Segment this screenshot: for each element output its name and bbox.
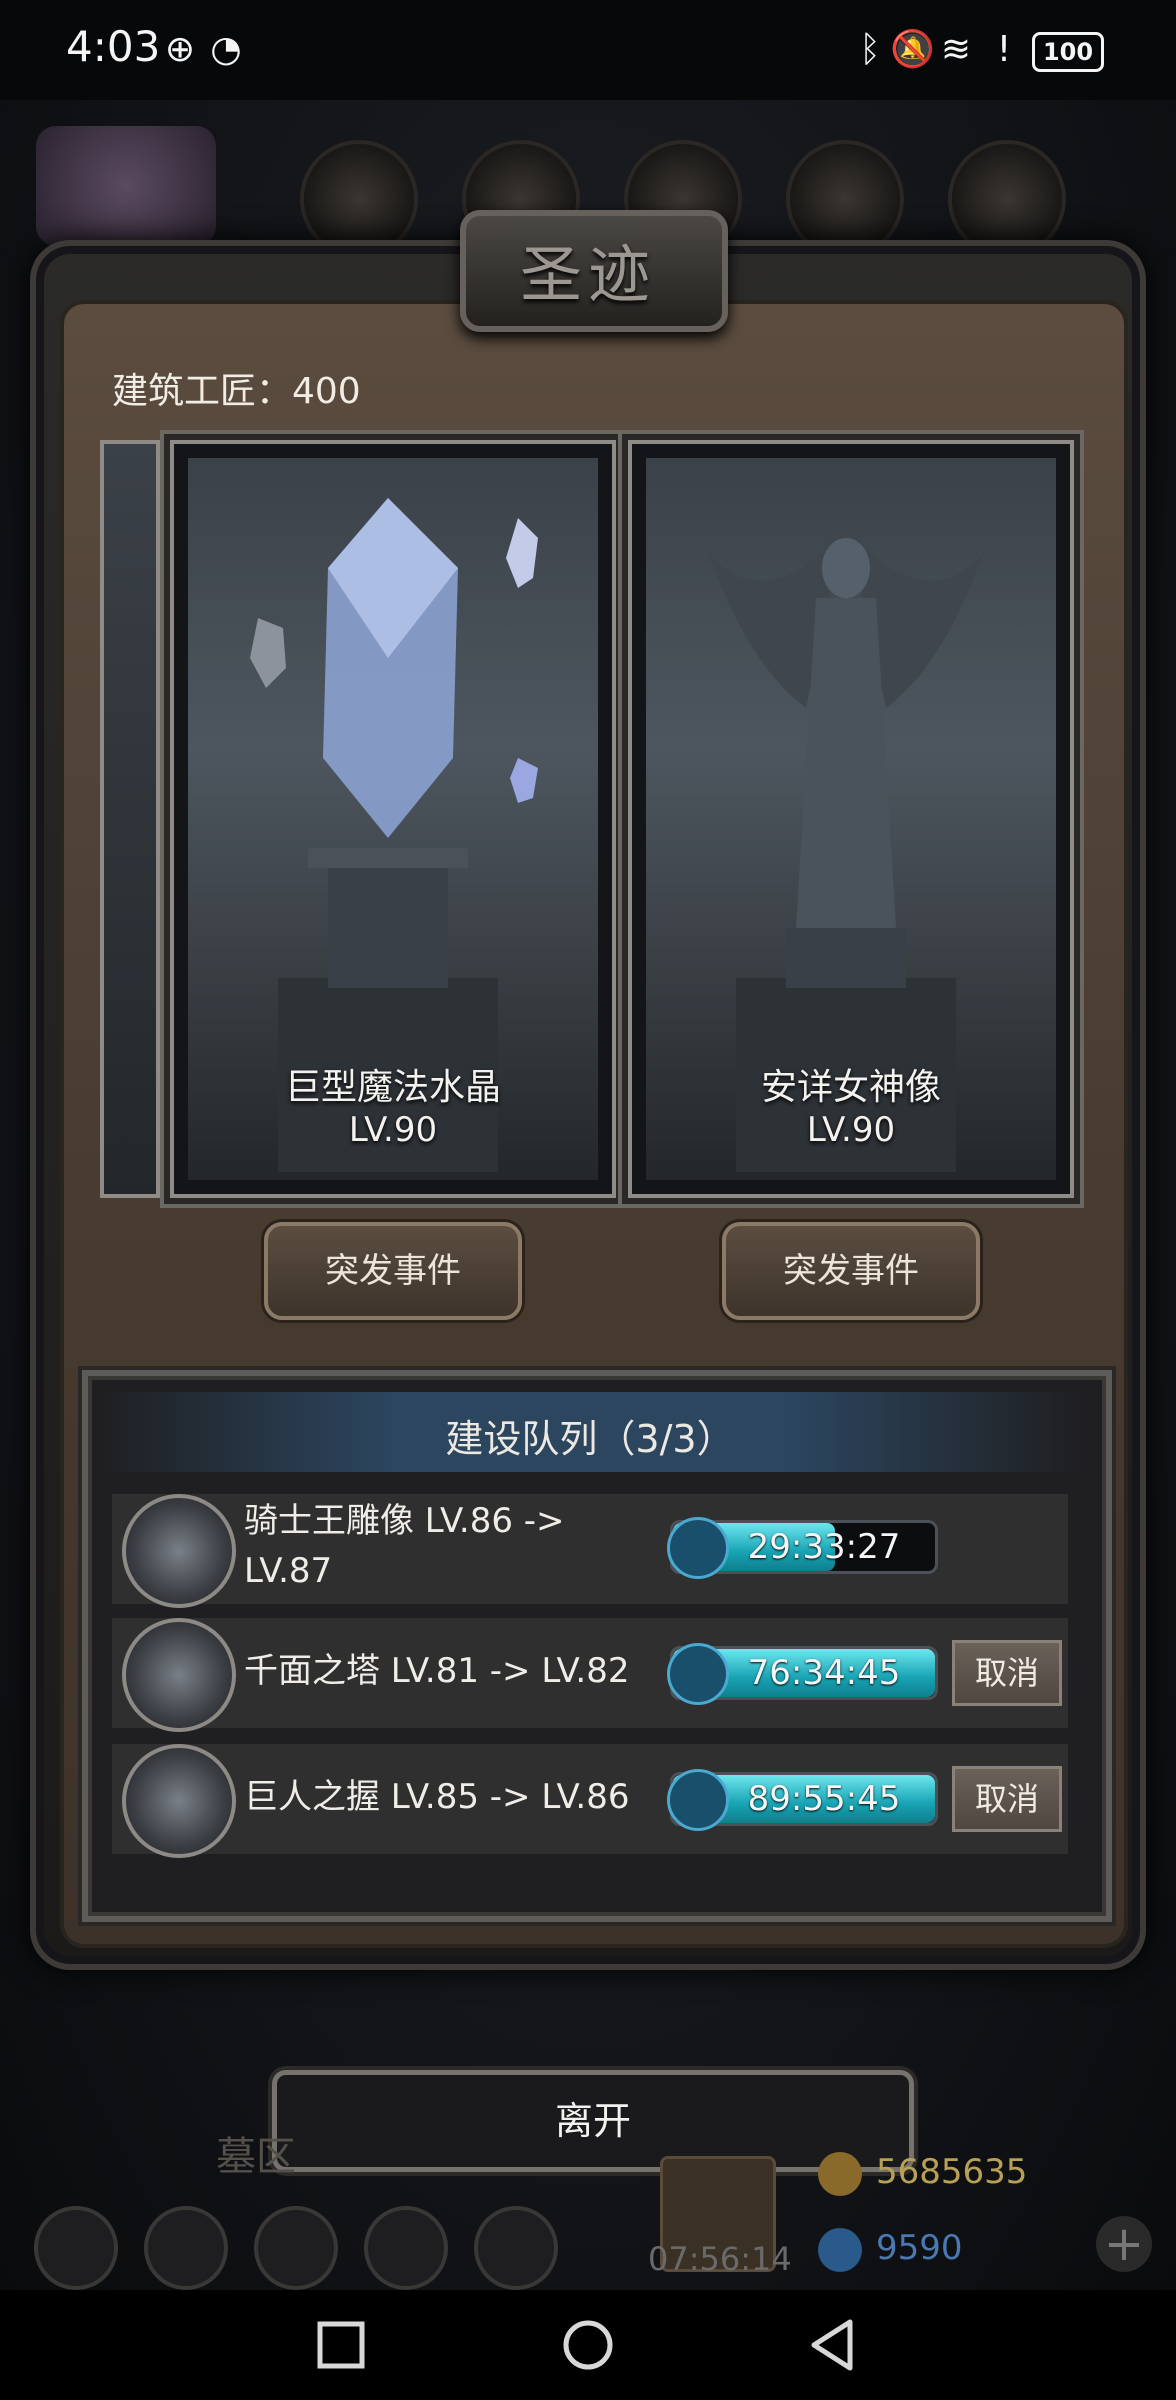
gold-icon: [818, 2152, 862, 2196]
artisans-count: 建筑工匠：400: [112, 371, 361, 412]
queue-row-text: 千面之塔 LV.81 -> LV.82: [244, 1651, 630, 1691]
giant-grip-icon: [122, 1744, 236, 1858]
progress-timer: 76:34:45: [747, 1653, 901, 1693]
battery-indicator: 100: [1032, 32, 1104, 72]
back-button[interactable]: [800, 2310, 870, 2380]
cancel-button[interactable]: 取消: [952, 1766, 1062, 1832]
triangle-back-icon: [811, 2319, 853, 2371]
card-name: 安详女神像: [760, 1067, 941, 1108]
bag-icon[interactable]: [474, 2206, 558, 2290]
speed-icon: ◔: [210, 29, 242, 70]
add-icon[interactable]: +: [1096, 2216, 1152, 2272]
building-card-crystal[interactable]: 巨型魔法水晶 LV.90: [170, 440, 616, 1198]
hud-timer: 07:56:14: [648, 2240, 792, 2278]
knight-statue-icon: [122, 1494, 236, 1608]
recent-apps-button[interactable]: [306, 2310, 376, 2380]
card-level: LV.90: [348, 1110, 438, 1150]
progress-timer: 89:55:45: [747, 1779, 901, 1819]
build-queue-title: 建设队列（3/3）: [445, 1417, 735, 1461]
settings-icon[interactable]: [34, 2206, 118, 2290]
leave-button[interactable]: 离开: [272, 2070, 914, 2172]
circle-icon: [563, 2320, 613, 2370]
cancel-button[interactable]: 取消: [952, 1640, 1062, 1706]
tower-icon: [122, 1618, 236, 1732]
crystal-illustration: 巨型魔法水晶 LV.90: [188, 458, 598, 1180]
guild-icon[interactable]: [254, 2206, 338, 2290]
wifi-icon: ≋: [940, 29, 972, 70]
progress-bar: 89:55:45: [667, 1769, 938, 1831]
alert-icon: !: [996, 29, 1012, 70]
card-partial-left[interactable]: [100, 440, 160, 1198]
event-button-crystal[interactable]: 突发事件: [264, 1222, 522, 1320]
home-button[interactable]: [553, 2310, 623, 2380]
mail-icon[interactable]: [364, 2206, 448, 2290]
event-button-goddess[interactable]: 突发事件: [722, 1222, 980, 1320]
building-card-goddess[interactable]: 安详女神像 LV.90: [628, 440, 1074, 1198]
queue-row-text: 骑士王雕像 LV.86 ->: [244, 1501, 565, 1541]
queue-row-text-line2: LV.87: [244, 1551, 333, 1591]
mute-icon: 🔕: [890, 29, 935, 70]
notification-icon: ⊕: [164, 29, 196, 70]
queue-row-text: 巨人之握 LV.85 -> LV.86: [244, 1777, 630, 1817]
gold-amount: 5685635: [876, 2152, 1028, 2192]
gem-amount: 9590: [876, 2228, 963, 2268]
bluetooth-icon: ᛒ: [859, 29, 881, 70]
card-level: LV.90: [806, 1110, 896, 1150]
balloon-event-icon[interactable]: [36, 126, 216, 246]
ranking-icon[interactable]: [144, 2206, 228, 2290]
progress-timer: 29:33:27: [747, 1527, 901, 1567]
status-time: 4:03: [66, 22, 161, 71]
goddess-illustration: 安详女神像 LV.90: [646, 458, 1056, 1180]
gem-icon: [818, 2228, 862, 2272]
dialog-title: 圣迹: [519, 238, 656, 311]
progress-bar: 76:34:45: [667, 1643, 938, 1705]
card-name: 巨型魔法水晶: [284, 1067, 501, 1108]
square-icon: [317, 2321, 365, 2369]
area-label: 墓区: [216, 2134, 296, 2180]
progress-bar: 29:33:27: [667, 1517, 938, 1579]
